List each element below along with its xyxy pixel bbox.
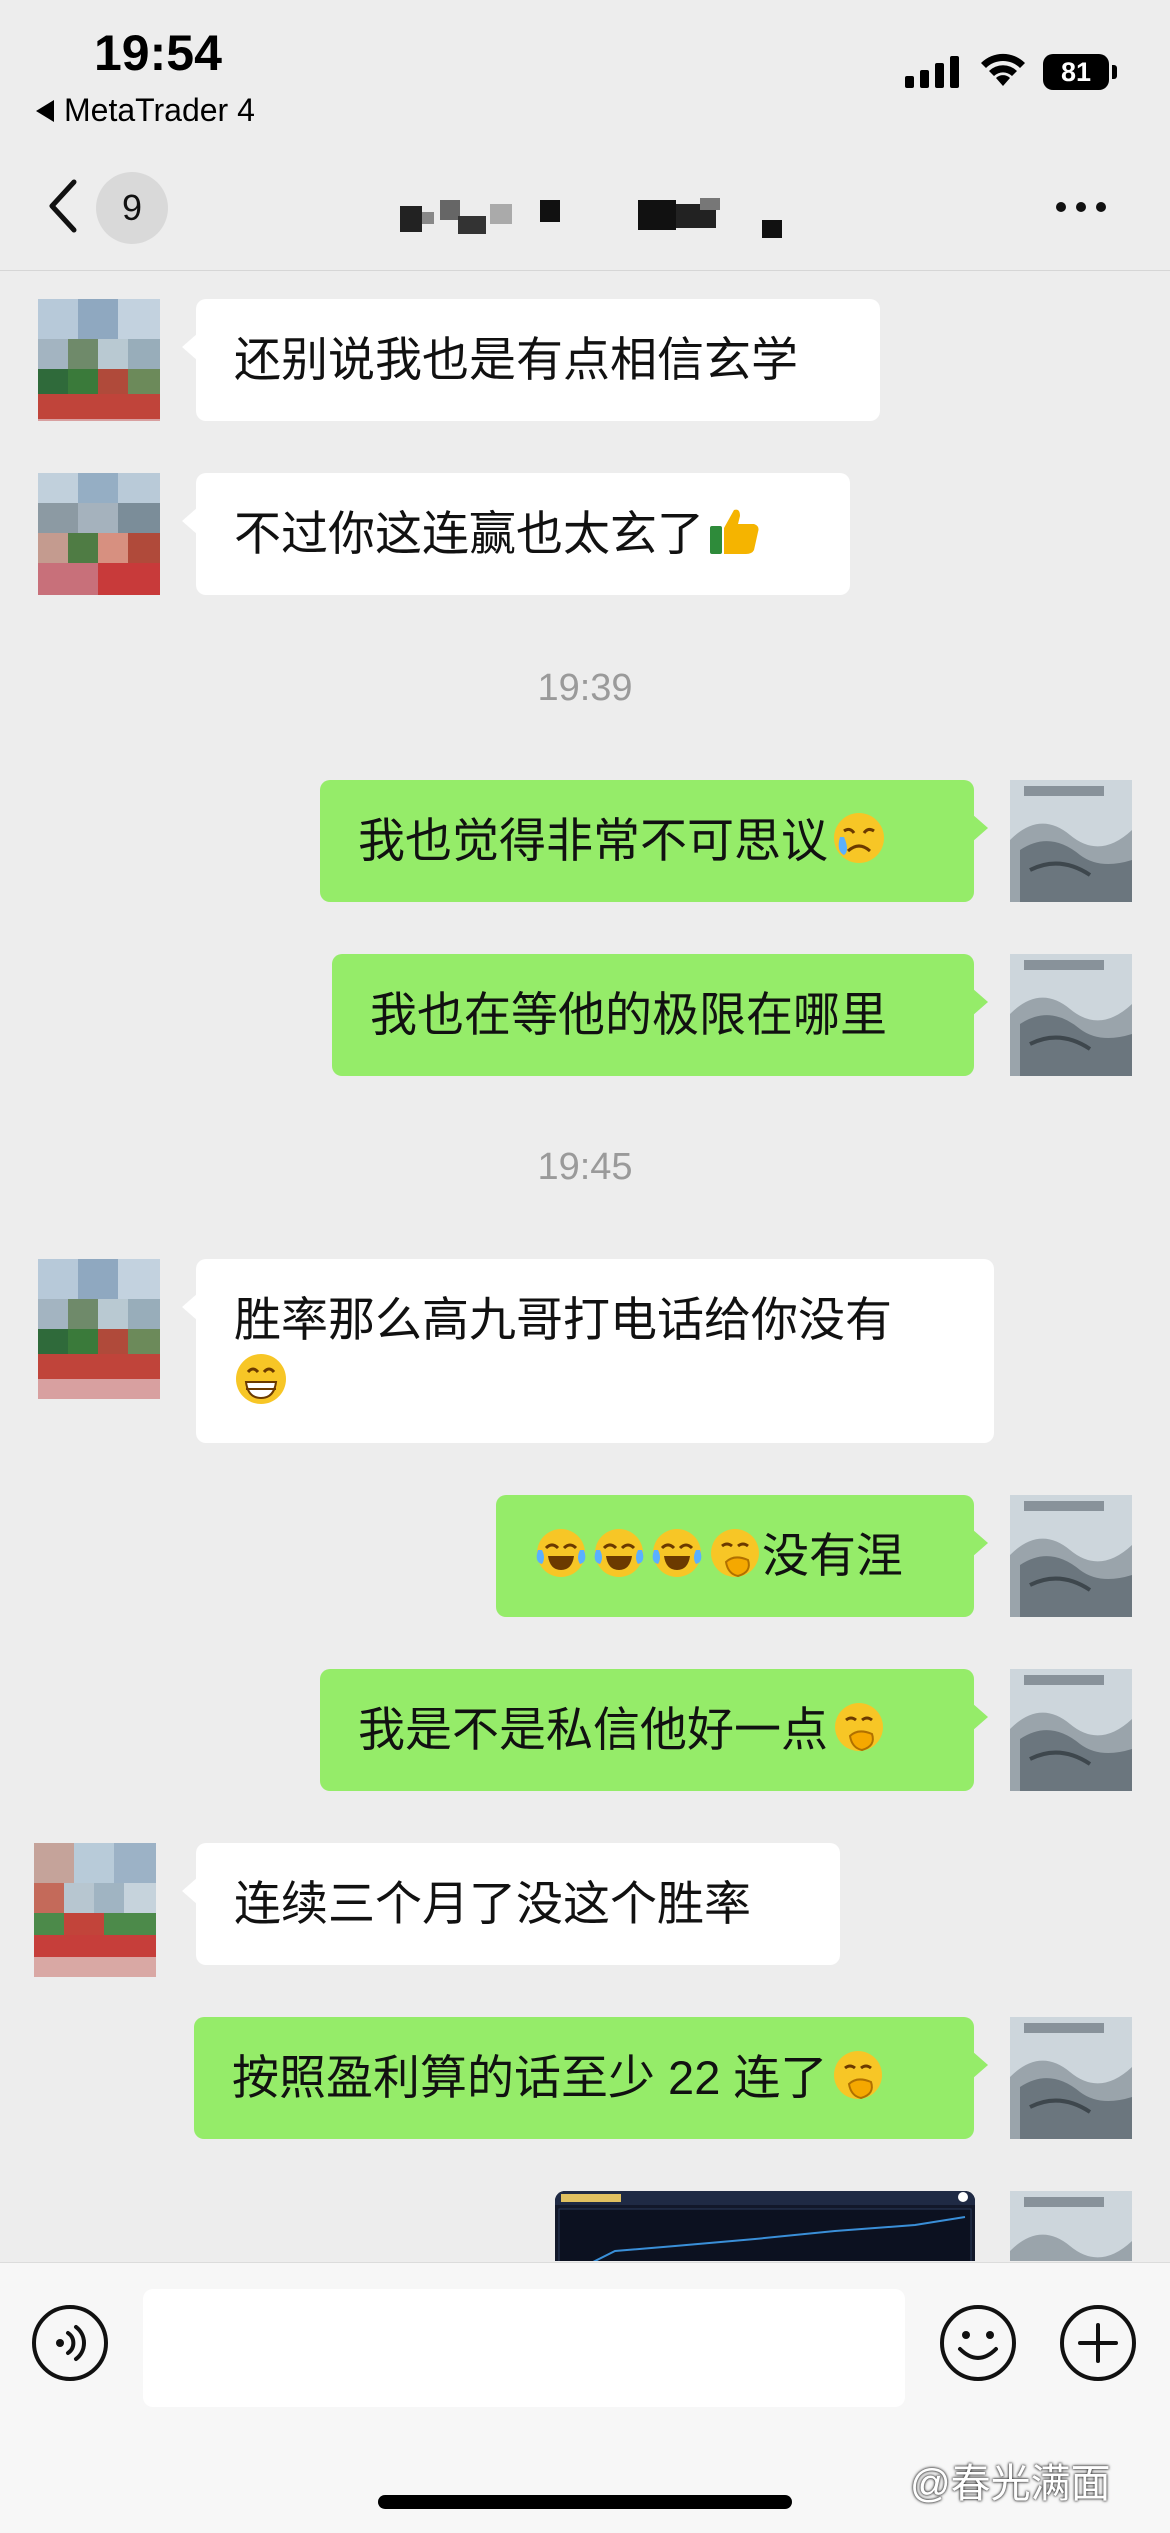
message-bubble[interactable]: 我也觉得非常不可思议: [320, 780, 988, 902]
chat-title-redacted: [400, 198, 800, 238]
battery-icon: 81: [1043, 54, 1109, 90]
message-text: 按照盈利算的话至少 22 连了: [232, 2051, 828, 2104]
message-bubble[interactable]: 不过你这连赢也太玄了: [182, 473, 850, 595]
message-input[interactable]: [143, 2289, 905, 2407]
message-bubble[interactable]: 我也在等他的极限在哪里: [332, 954, 988, 1076]
chat-header: 9: [0, 150, 1170, 271]
hand-over-mouth-icon: [834, 2051, 883, 2100]
more-actions-plus-icon[interactable]: [1058, 2303, 1138, 2383]
message-text: 还别说我也是有点相信玄学: [234, 333, 798, 386]
message-text: 我是不是私信他好一点: [358, 1703, 828, 1756]
input-bar: @春光满面: [0, 2262, 1170, 2533]
self-avatar[interactable]: [1010, 780, 1132, 902]
message-text: 我也觉得非常不可思议: [358, 814, 828, 867]
thumbs-up-icon: [710, 509, 759, 554]
message-bubble[interactable]: 连续三个月了没这个胜率: [182, 1843, 840, 1965]
self-avatar[interactable]: [1010, 2191, 1132, 2261]
back-to-app-link[interactable]: MetaTrader 4: [36, 92, 255, 129]
back-app-label: MetaTrader 4: [64, 92, 255, 128]
peer-avatar[interactable]: [38, 473, 160, 595]
message-text: 不过你这连赢也太玄了: [234, 507, 704, 560]
message-bubble[interactable]: 胜率那么高九哥打电话给你没有: [182, 1259, 994, 1443]
message-text: 没有涅: [762, 1529, 903, 1582]
message-timestamp: 19:39: [537, 667, 633, 709]
peer-avatar[interactable]: [38, 1259, 160, 1399]
message-bubble[interactable]: 按照盈利算的话至少 22 连了: [194, 2017, 988, 2139]
hand-over-mouth-icon: [711, 1529, 759, 1578]
grin-face-icon: [236, 1354, 286, 1404]
back-triangle-icon: [36, 99, 54, 122]
peer-avatar[interactable]: [38, 299, 160, 421]
hand-over-mouth-icon: [835, 1703, 883, 1752]
voice-input-icon[interactable]: [30, 2303, 110, 2383]
tears-of-joy-icon: [536, 1529, 586, 1577]
peer-avatar[interactable]: [34, 1843, 156, 1977]
tears-of-joy-icon: [652, 1529, 702, 1577]
wifi-icon: [981, 53, 1025, 86]
cellular-signal-icon: [905, 56, 959, 88]
more-options-icon[interactable]: [1056, 202, 1106, 212]
self-avatar[interactable]: [1010, 1669, 1132, 1791]
status-bar: 19:54 MetaTrader 4 81: [0, 0, 1170, 150]
self-avatar[interactable]: [1010, 2017, 1132, 2139]
tears-of-joy-icon: [594, 1529, 644, 1577]
message-text: 连续三个月了没这个胜率: [234, 1877, 751, 1930]
message-bubble[interactable]: 没有涅: [496, 1495, 988, 1617]
self-avatar[interactable]: [1010, 1495, 1132, 1617]
battery-nub: [1112, 65, 1117, 79]
self-avatar[interactable]: [1010, 954, 1132, 1076]
message-bubble[interactable]: 还别说我也是有点相信玄学: [182, 299, 880, 421]
status-time: 19:54: [94, 25, 222, 81]
message-timestamp: 19:45: [537, 1146, 633, 1188]
unread-count-badge[interactable]: 9: [96, 172, 168, 244]
trading-chart-image-message[interactable]: [555, 2191, 975, 2261]
home-indicator[interactable]: [378, 2495, 792, 2509]
emoji-picker-icon[interactable]: [938, 2303, 1018, 2383]
message-list[interactable]: 还别说我也是有点相信玄学 不过你这连赢也太玄了 19:39 我也觉得非常不可思议: [0, 271, 1170, 2261]
watermark: @春光满面: [910, 2462, 1111, 2506]
message-text: 我也在等他的极限在哪里: [370, 988, 887, 1041]
message-text: 胜率那么高九哥打电话给你没有: [234, 1293, 892, 1346]
back-chevron-icon[interactable]: [44, 176, 84, 236]
crying-face-icon: [834, 813, 884, 863]
message-bubble[interactable]: 我是不是私信他好一点: [320, 1669, 988, 1791]
